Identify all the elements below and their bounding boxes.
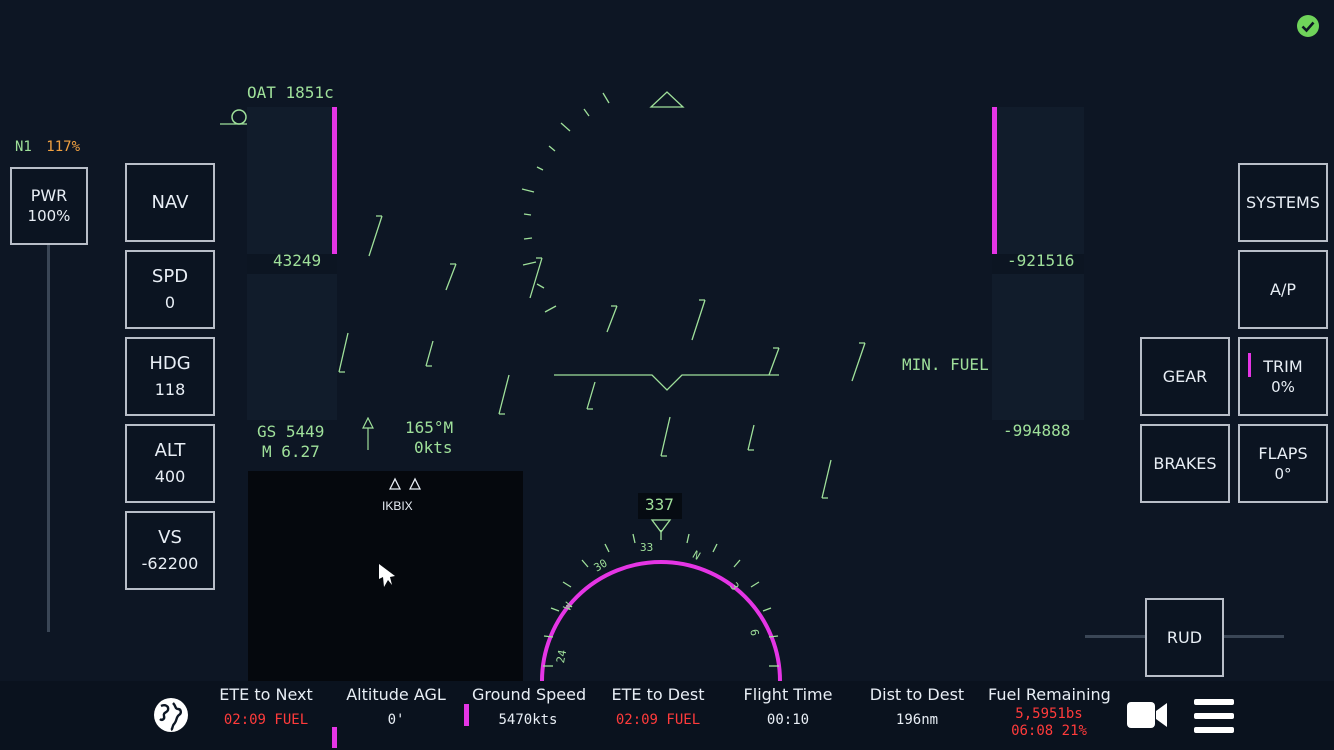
fuel-remaining-time: 06:08 21% xyxy=(1011,723,1087,739)
altitude-agl-stat: Altitude AGL 0' xyxy=(340,681,452,728)
bottom-status-bar: ETE to Next 02:09 FUEL Altitude AGL 0' G… xyxy=(0,681,1334,750)
compass-label-24: 24 xyxy=(554,648,570,665)
dist-dest-value: 196nm xyxy=(895,712,939,728)
compass-rose xyxy=(540,519,782,681)
altitude-agl-label: Altitude AGL xyxy=(346,685,446,704)
fuel-remaining-stat: Fuel Remaining 5,5951bs 06:08 21% xyxy=(988,681,1111,740)
speed-indicator-bar xyxy=(464,704,469,726)
flight-time-label: Flight Time xyxy=(743,685,833,704)
ete-dest-value: 02:09 FUEL xyxy=(615,712,701,728)
ground-speed-label: Ground Speed xyxy=(472,685,587,704)
moving-map[interactable]: IKBIX xyxy=(248,471,523,681)
menu-icon[interactable] xyxy=(1194,699,1234,737)
fuel-remaining-weight: 5,5951bs xyxy=(1015,706,1083,722)
flight-time-stat: Flight Time 00:10 xyxy=(734,681,842,728)
aircraft-icon xyxy=(376,563,400,593)
agl-indicator-bar xyxy=(332,727,337,748)
globe-icon[interactable] xyxy=(153,697,189,737)
fuel-remaining-label: Fuel Remaining xyxy=(988,685,1111,704)
traffic-icon xyxy=(388,476,424,495)
flight-time-value: 00:10 xyxy=(766,712,810,728)
altitude-agl-value: 0' xyxy=(387,712,405,728)
compass-label-33: 33 xyxy=(640,541,654,554)
camera-icon[interactable] xyxy=(1127,700,1167,734)
ete-next-value: 02:09 FUEL xyxy=(223,712,309,728)
ete-dest-label: ETE to Dest xyxy=(611,685,705,704)
ete-next-label: ETE to Next xyxy=(219,685,313,704)
dist-dest-label: Dist to Dest xyxy=(869,685,965,704)
ground-speed-value: 5470kts xyxy=(498,712,558,728)
dist-dest-stat: Dist to Dest 196nm xyxy=(862,681,972,728)
heading-readout: 337 xyxy=(645,495,674,514)
ete-dest-stat: ETE to Dest 02:09 FUEL xyxy=(598,681,718,728)
ground-speed-stat: Ground Speed 5470kts xyxy=(472,681,587,728)
waypoint-label: IKBIX xyxy=(382,499,413,513)
ete-next-stat: ETE to Next 02:09 FUEL xyxy=(206,681,326,728)
